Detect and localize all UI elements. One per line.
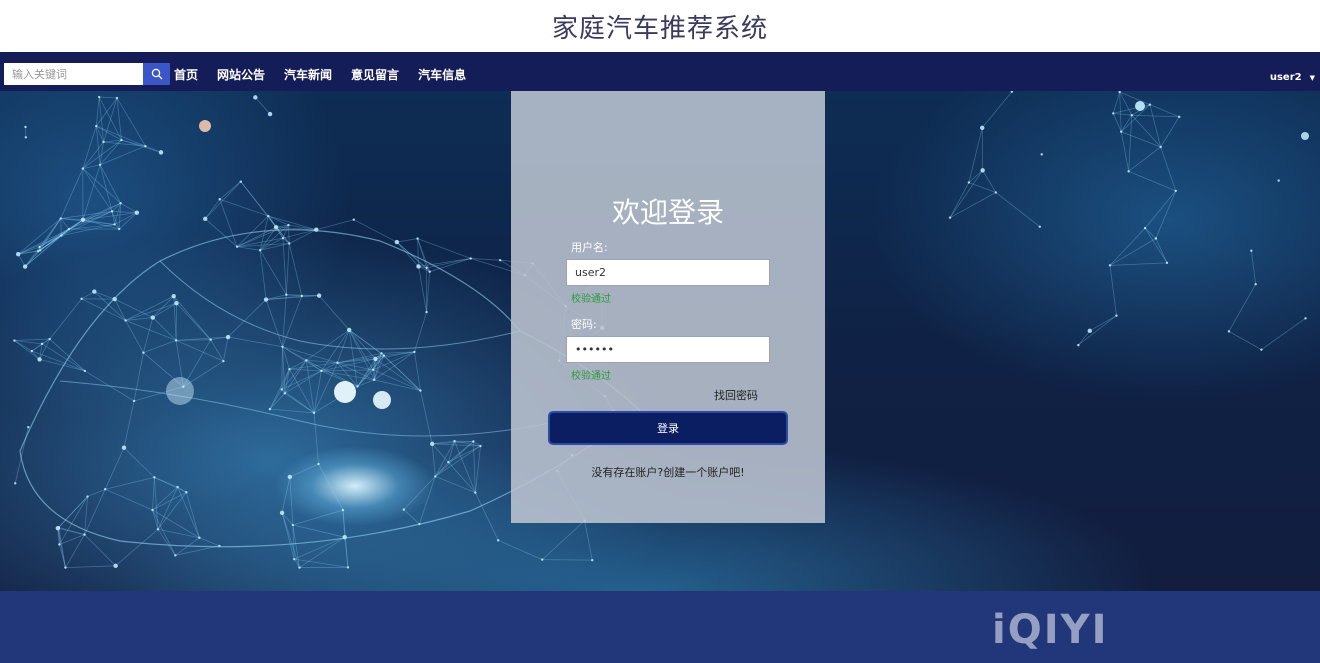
login-button[interactable]: 登录 (548, 411, 788, 445)
username-input[interactable] (566, 259, 770, 286)
user-name: user2 (1269, 72, 1302, 83)
search-button[interactable] (143, 63, 170, 85)
nav-link-car-news[interactable]: 汽车新闻 (284, 66, 332, 83)
password-validation: 校验通过 (571, 371, 611, 382)
site-header: 家庭汽车推荐系统 (0, 0, 1320, 52)
iqiyi-watermark: iQIYI (992, 607, 1109, 653)
forgot-password-link[interactable]: 找回密码 (714, 387, 758, 403)
nav-links: 首页 网站公告 汽车新闻 意见留言 汽车信息 (174, 63, 485, 85)
footer-band (0, 591, 1320, 663)
register-link[interactable]: 没有存在账户?创建一个账户吧! (511, 464, 825, 480)
password-input[interactable] (566, 336, 770, 363)
site-title: 家庭汽车推荐系统 (551, 13, 768, 44)
search-input[interactable] (4, 63, 143, 85)
nav-link-car-info[interactable]: 汽车信息 (418, 66, 466, 83)
user-menu[interactable]: user2 ▼ (1270, 72, 1315, 83)
login-title: 欢迎登录 (611, 196, 724, 229)
password-label: 密码: (571, 318, 597, 331)
nav-link-feedback[interactable]: 意见留言 (351, 66, 399, 83)
nav-link-home[interactable]: 首页 (174, 66, 198, 83)
username-label: 用户名: (571, 241, 608, 254)
nav-link-announcements[interactable]: 网站公告 (217, 66, 265, 83)
search-icon (151, 68, 162, 80)
chevron-down-icon: ▼ (1309, 73, 1315, 82)
username-validation: 校验通过 (571, 294, 611, 305)
login-panel: 欢迎登录 用户名: 校验通过 密码: 校验通过 找回密码 登录 没有存在账户?创… (511, 91, 825, 523)
top-navbar: 首页 网站公告 汽车新闻 意见留言 汽车信息 user2 ▼ (0, 52, 1320, 91)
